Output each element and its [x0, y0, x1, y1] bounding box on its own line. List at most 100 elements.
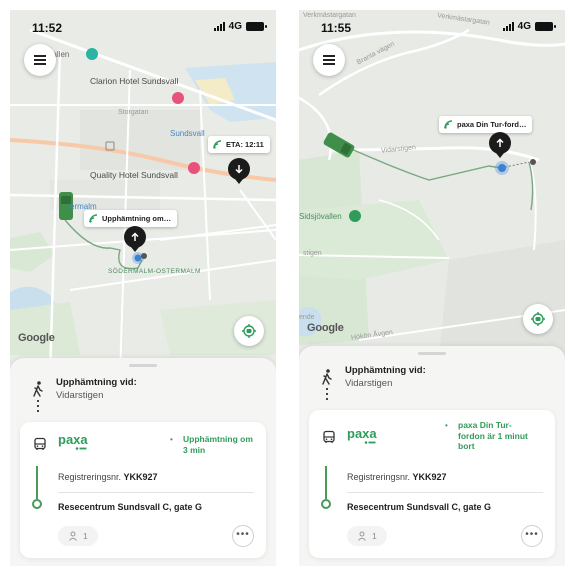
more-icon: ••• — [525, 529, 539, 540]
battery-icon — [246, 22, 267, 31]
more-icon: ••• — [236, 529, 250, 540]
paxa-logo: paxa — [347, 426, 377, 444]
route-timeline — [325, 466, 327, 499]
pickup-pin[interactable] — [489, 132, 511, 158]
card-divider — [58, 492, 254, 493]
route-timeline-end — [32, 499, 42, 509]
destination-pin[interactable] — [228, 158, 250, 184]
svg-text:paxa: paxa — [347, 426, 377, 441]
phone-screen-2: Verkmästargatan Verkmästargatan Branta v… — [299, 10, 565, 566]
destination-name: Resecentrum Sundsvall C, gate G — [347, 502, 492, 512]
eta-status: Upphämtning om 3 min — [183, 434, 253, 455]
eta-status: paxa Din Tur- fordon är 1 minut bort — [458, 420, 528, 452]
trip-card[interactable]: paxa • paxa Din Tur- fordon är 1 minut b… — [309, 410, 555, 558]
map-label-sundsvall: Sundsvall — [170, 129, 205, 138]
status-time: 11:52 — [32, 21, 63, 35]
map-label-storgatan: Storgatan — [118, 109, 149, 116]
pickup-place: Vidarstigen — [345, 378, 393, 389]
map-label-stigen: stigen — [303, 250, 322, 257]
vehicle-callout-text: Upphämtning om… — [102, 214, 172, 223]
eta-status-dot: • — [445, 421, 448, 430]
passenger-count[interactable]: 1 — [58, 526, 98, 546]
eta-callout[interactable]: ETA: 12:11 — [208, 136, 270, 153]
eta-status-line-2: 3 min — [183, 444, 206, 455]
locate-car-icon — [531, 312, 545, 326]
sheet-grabber[interactable] — [418, 352, 446, 355]
bus-icon — [34, 437, 46, 450]
signal-wave-icon — [89, 214, 98, 223]
menu-button[interactable] — [313, 44, 345, 76]
eta-status-line-1: Upphämtning om — [183, 434, 253, 444]
registration-label: Registreringsnr. — [347, 472, 411, 482]
registration-number: Registreringsnr. YKK927 — [347, 472, 447, 482]
svg-text:paxa: paxa — [58, 432, 88, 447]
arrow-down-icon — [235, 165, 243, 174]
signal-wave-icon — [444, 120, 453, 129]
locate-vehicle-button[interactable] — [234, 316, 264, 346]
route-timeline — [36, 466, 38, 499]
status-indicators: 4G — [502, 21, 556, 32]
more-options-button[interactable]: ••• — [521, 525, 543, 547]
passenger-count-value: 1 — [83, 531, 88, 541]
arrow-up-icon — [496, 138, 504, 147]
pickup-dotted-line — [326, 388, 328, 402]
pickup-title: Upphämtning vid: — [345, 365, 426, 376]
registration-value: YKK927 — [412, 472, 447, 482]
passenger-count-value: 1 — [372, 531, 377, 541]
registration-number: Registreringsnr. YKK927 — [58, 472, 158, 482]
pickup-info: Upphämtning vid: Vidarstigen — [321, 365, 553, 405]
vehicle-callout-text: paxa Din Tur-ford… — [457, 120, 527, 129]
walking-person-icon — [33, 381, 43, 397]
network-type: 4G — [517, 21, 531, 32]
menu-button[interactable] — [24, 44, 56, 76]
registration-value: YKK927 — [123, 472, 158, 482]
locate-car-icon — [242, 324, 256, 338]
pickup-info: Upphämtning vid: Vidarstigen — [32, 377, 264, 417]
trip-bottom-sheet[interactable]: Upphämtning vid: Vidarstigen paxa • Upph… — [10, 358, 276, 566]
network-type: 4G — [228, 21, 242, 32]
google-logo: Google — [18, 332, 55, 344]
pickup-place: Vidarstigen — [56, 390, 104, 401]
map-label-ende: ende — [299, 314, 315, 321]
hamburger-menu-icon — [323, 59, 335, 61]
eta-status-line-2: fordon är 1 minut — [458, 430, 528, 441]
eta-callout-text: ETA: 12:11 — [226, 140, 264, 149]
locate-vehicle-button[interactable] — [523, 304, 553, 334]
signal-wave-icon — [213, 140, 222, 149]
more-options-button[interactable]: ••• — [232, 525, 254, 547]
passenger-count[interactable]: 1 — [347, 526, 387, 546]
vehicle-callout[interactable]: paxa Din Tur-ford… — [439, 116, 533, 133]
battery-icon — [535, 22, 556, 31]
arrow-up-icon — [131, 232, 139, 241]
status-indicators: 4G — [213, 21, 267, 32]
eta-status-dot: • — [170, 435, 173, 444]
map-label-sodermalm: SÖDERMALM-OSTERMALM — [108, 268, 201, 275]
google-logo: Google — [307, 322, 344, 334]
map-label-quality-hotel: Quality Hotel Sundsvall — [90, 170, 178, 180]
registration-label: Registreringsnr. — [58, 472, 122, 482]
eta-status-line-1: paxa Din Tur- — [458, 420, 512, 430]
cellular-signal-icon — [502, 22, 514, 31]
vehicle-callout[interactable]: Upphämtning om… — [84, 210, 178, 227]
hamburger-menu-icon — [34, 59, 46, 61]
card-divider — [347, 492, 543, 493]
route-timeline-end — [321, 499, 331, 509]
walking-person-icon — [322, 369, 332, 385]
pickup-dotted-line — [37, 400, 39, 414]
trip-bottom-sheet[interactable]: Upphämtning vid: Vidarstigen paxa • paxa… — [299, 346, 565, 566]
eta-status-line-3: bort — [458, 441, 475, 452]
status-bar: 11:55 4G — [299, 10, 565, 44]
pickup-pin[interactable] — [124, 226, 146, 252]
phone-screen-1: hallen Clarion Hotel Sundsvall Storgatan… — [10, 10, 276, 566]
paxa-logo: paxa — [58, 432, 88, 450]
pickup-title: Upphämtning vid: — [56, 377, 137, 388]
destination-name: Resecentrum Sundsvall C, gate G — [58, 502, 203, 512]
map-label-clarion: Clarion Hotel Sundsvall — [90, 76, 179, 86]
person-icon — [358, 531, 366, 541]
trip-card[interactable]: paxa • Upphämtning om 3 min Registrering… — [20, 422, 266, 558]
map-label-sidsjovallen: Sidsjövallen — [299, 212, 342, 221]
person-icon — [69, 531, 77, 541]
status-bar: 11:52 4G — [10, 10, 276, 44]
cellular-signal-icon — [213, 22, 225, 31]
sheet-grabber[interactable] — [129, 364, 157, 367]
